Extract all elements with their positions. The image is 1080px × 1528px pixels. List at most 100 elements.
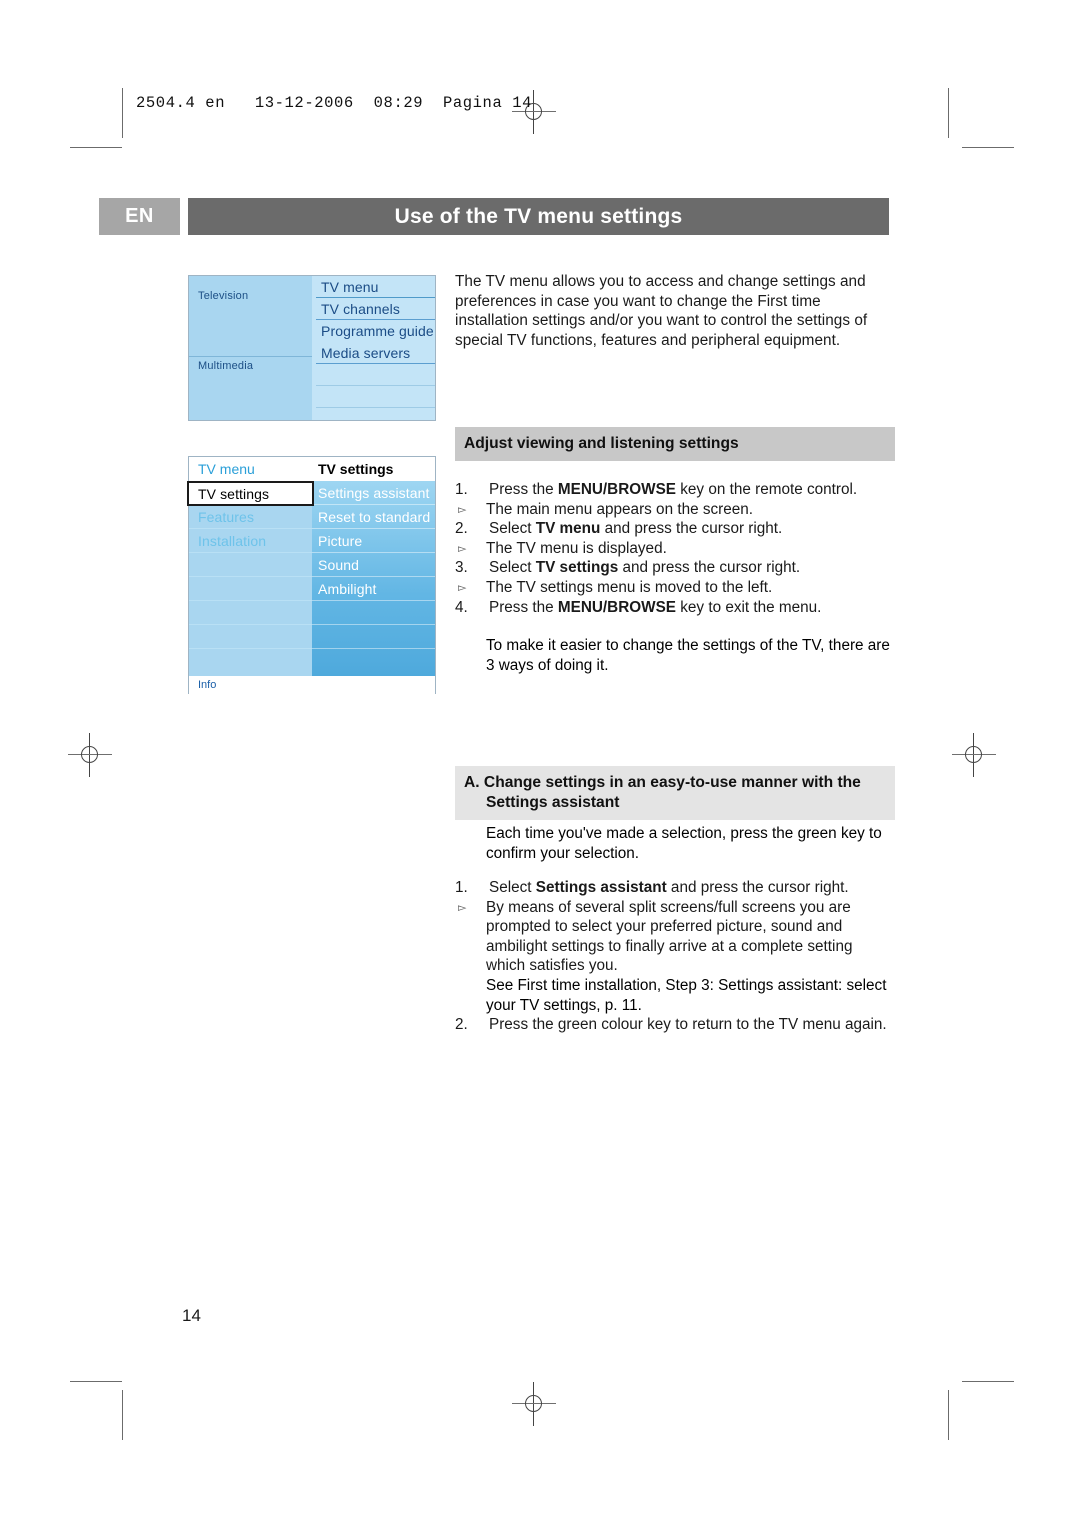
step-item: 2. Select TV menu and press the cursor r…	[455, 519, 895, 539]
registration-mark-bottom	[512, 1382, 556, 1426]
page-number: 14	[182, 1306, 201, 1325]
settings-right-item-ambilight[interactable]: Ambilight	[312, 577, 435, 601]
section-assistant-steps: 1. Select Settings assistant and press t…	[455, 878, 895, 1035]
settings-item-label: Features	[198, 509, 255, 525]
settings-item-label: Ambilight	[318, 581, 377, 597]
category-television: Television	[198, 290, 249, 302]
crop-mark-top-left-horizontal	[70, 147, 122, 148]
crop-mark-bottom-left-horizontal	[70, 1381, 122, 1382]
settings-item-label: Settings assistant	[318, 485, 430, 501]
step-text-pre: Press the green colour key to return to …	[489, 1016, 887, 1034]
triangle-bullet-icon: ▻	[458, 503, 467, 516]
step-text-post: key to exit the menu.	[676, 598, 822, 616]
step-number: 2.	[455, 520, 468, 538]
tv-main-menu-graphic: Television Multimedia TV menu TV channel…	[188, 275, 436, 421]
page-header: EN Use of the TV menu settings	[99, 198, 889, 235]
section-heading-assistant-line2: Settings assistant	[486, 794, 620, 811]
step-number: 1.	[455, 879, 468, 896]
settings-item-label: Installation	[198, 533, 267, 549]
menu-item-empty	[312, 386, 435, 408]
step-text-pre: Press the	[489, 598, 558, 616]
section-assistant-intro: Each time you've made a selection, press…	[486, 825, 882, 862]
step-text-pre: Select	[489, 520, 536, 538]
step-text-bold: MENU/BROWSE	[557, 481, 677, 498]
menu-item-programme-guide[interactable]: Programme guide	[312, 320, 435, 342]
step-text-bold: TV menu	[535, 520, 601, 538]
registration-mark-left	[68, 733, 112, 777]
crop-mark-bottom-right-vertical	[948, 1390, 949, 1440]
page-title-bar: Use of the TV menu settings	[188, 198, 889, 235]
step-item: 2. Press the green colour key to return …	[455, 1015, 895, 1035]
settings-item-label: Reset to standard	[318, 509, 431, 525]
menu-item-label: TV menu	[321, 279, 379, 295]
step-sub-item: ▻ The TV menu is displayed.	[455, 539, 895, 559]
category-divider	[189, 356, 314, 357]
section-heading-adjust: Adjust viewing and listening settings	[455, 427, 895, 461]
registration-mark-right	[952, 733, 996, 777]
triangle-bullet-icon: ▻	[458, 542, 467, 555]
settings-right-item-empty	[312, 625, 435, 649]
tv-main-menu-categories: Television Multimedia	[189, 276, 314, 420]
menu-item-tv-menu[interactable]: TV menu	[312, 276, 435, 298]
step-number: 4.	[455, 598, 468, 616]
settings-left-item-empty	[189, 577, 314, 601]
step-item: 1. Select Settings assistant and press t…	[455, 878, 895, 898]
step-sub-continuation: See First time installation, Step 3: Set…	[486, 976, 887, 1014]
settings-left-item-installation[interactable]: Installation	[189, 529, 314, 553]
crop-mark-bottom-left-vertical	[122, 1390, 123, 1440]
crop-mark-top-right-vertical	[948, 88, 949, 138]
crop-mark-top-left-vertical	[122, 88, 123, 138]
step-sub-text: By means of several split screens/full s…	[486, 898, 853, 975]
step-text-pre: Press the	[489, 481, 558, 498]
step-sub-text: The main menu appears on the screen.	[486, 500, 754, 518]
section-heading-assistant-line1: A. Change settings in an easy-to-use man…	[464, 774, 861, 791]
tv-settings-right-column: Settings assistant Reset to standard Pic…	[312, 481, 435, 677]
menu-item-label: Programme guide	[321, 323, 434, 339]
settings-item-label: Picture	[318, 533, 363, 549]
section-adjust-closing: To make it easier to change the settings…	[486, 637, 890, 674]
tv-settings-info-label: Info	[189, 676, 435, 693]
section-adjust-steps: 1. Press the MENU/BROWSE key on the remo…	[455, 480, 895, 675]
step-text-bold: MENU/BROWSE	[557, 598, 677, 616]
settings-right-item-settings-assistant[interactable]: Settings assistant	[312, 481, 435, 505]
menu-item-tv-channels[interactable]: TV channels	[312, 298, 435, 320]
section-heading-assistant: A. Change settings in an easy-to-use man…	[455, 766, 895, 820]
settings-item-label: TV settings	[198, 485, 270, 502]
settings-right-item-reset-to-standard[interactable]: Reset to standard	[312, 505, 435, 529]
language-badge: EN	[99, 198, 180, 235]
crop-mark-top-right-horizontal	[962, 147, 1014, 148]
language-badge-label: EN	[125, 205, 154, 227]
settings-left-item-tv-settings-selected[interactable]: TV settings	[187, 481, 314, 506]
category-multimedia: Multimedia	[198, 360, 254, 372]
crop-mark-bottom-right-horizontal	[962, 1381, 1014, 1382]
step-number: 1.	[455, 481, 468, 498]
settings-left-item-features[interactable]: Features	[189, 505, 314, 529]
settings-left-item-empty	[189, 625, 314, 649]
triangle-bullet-icon: ▻	[458, 901, 467, 914]
step-item: 1. Press the MENU/BROWSE key on the remo…	[455, 480, 895, 500]
step-item: 4. Press the MENU/BROWSE key to exit the…	[455, 598, 895, 618]
settings-right-item-picture[interactable]: Picture	[312, 529, 435, 553]
step-text-post: and press the cursor right.	[666, 879, 849, 896]
step-number: 3.	[455, 559, 468, 577]
imprint-line: 2504.4 en 13-12-2006 08:29 Pagina 14	[136, 94, 533, 112]
settings-right-item-empty	[312, 601, 435, 625]
step-sub-text: The TV menu is displayed.	[486, 539, 667, 557]
menu-item-media-servers[interactable]: Media servers	[312, 342, 435, 364]
settings-right-item-sound[interactable]: Sound	[312, 553, 435, 577]
step-sub-item: ▻ The TV settings menu is moved to the le…	[455, 578, 895, 598]
tv-settings-right-header: TV settings	[312, 457, 435, 481]
step-number: 2.	[455, 1016, 468, 1034]
page-title: Use of the TV menu settings	[394, 204, 683, 228]
tv-settings-menu-graphic: TV menu TV settings Features Installatio…	[187, 456, 436, 695]
step-sub-item: ▻ The main menu appears on the screen.	[455, 500, 895, 520]
step-text-post: and press the cursor right.	[600, 520, 783, 538]
section-heading-adjust-label: Adjust viewing and listening settings	[464, 435, 739, 452]
settings-left-item-empty	[189, 553, 314, 577]
step-text-bold: Settings assistant	[535, 879, 667, 896]
step-item: 3. Select TV settings and press the curs…	[455, 558, 895, 578]
triangle-bullet-icon: ▻	[458, 581, 467, 594]
settings-left-item-empty	[189, 601, 314, 625]
step-text-bold: TV settings	[535, 559, 619, 577]
step-text-post: key on the remote control.	[676, 481, 858, 498]
